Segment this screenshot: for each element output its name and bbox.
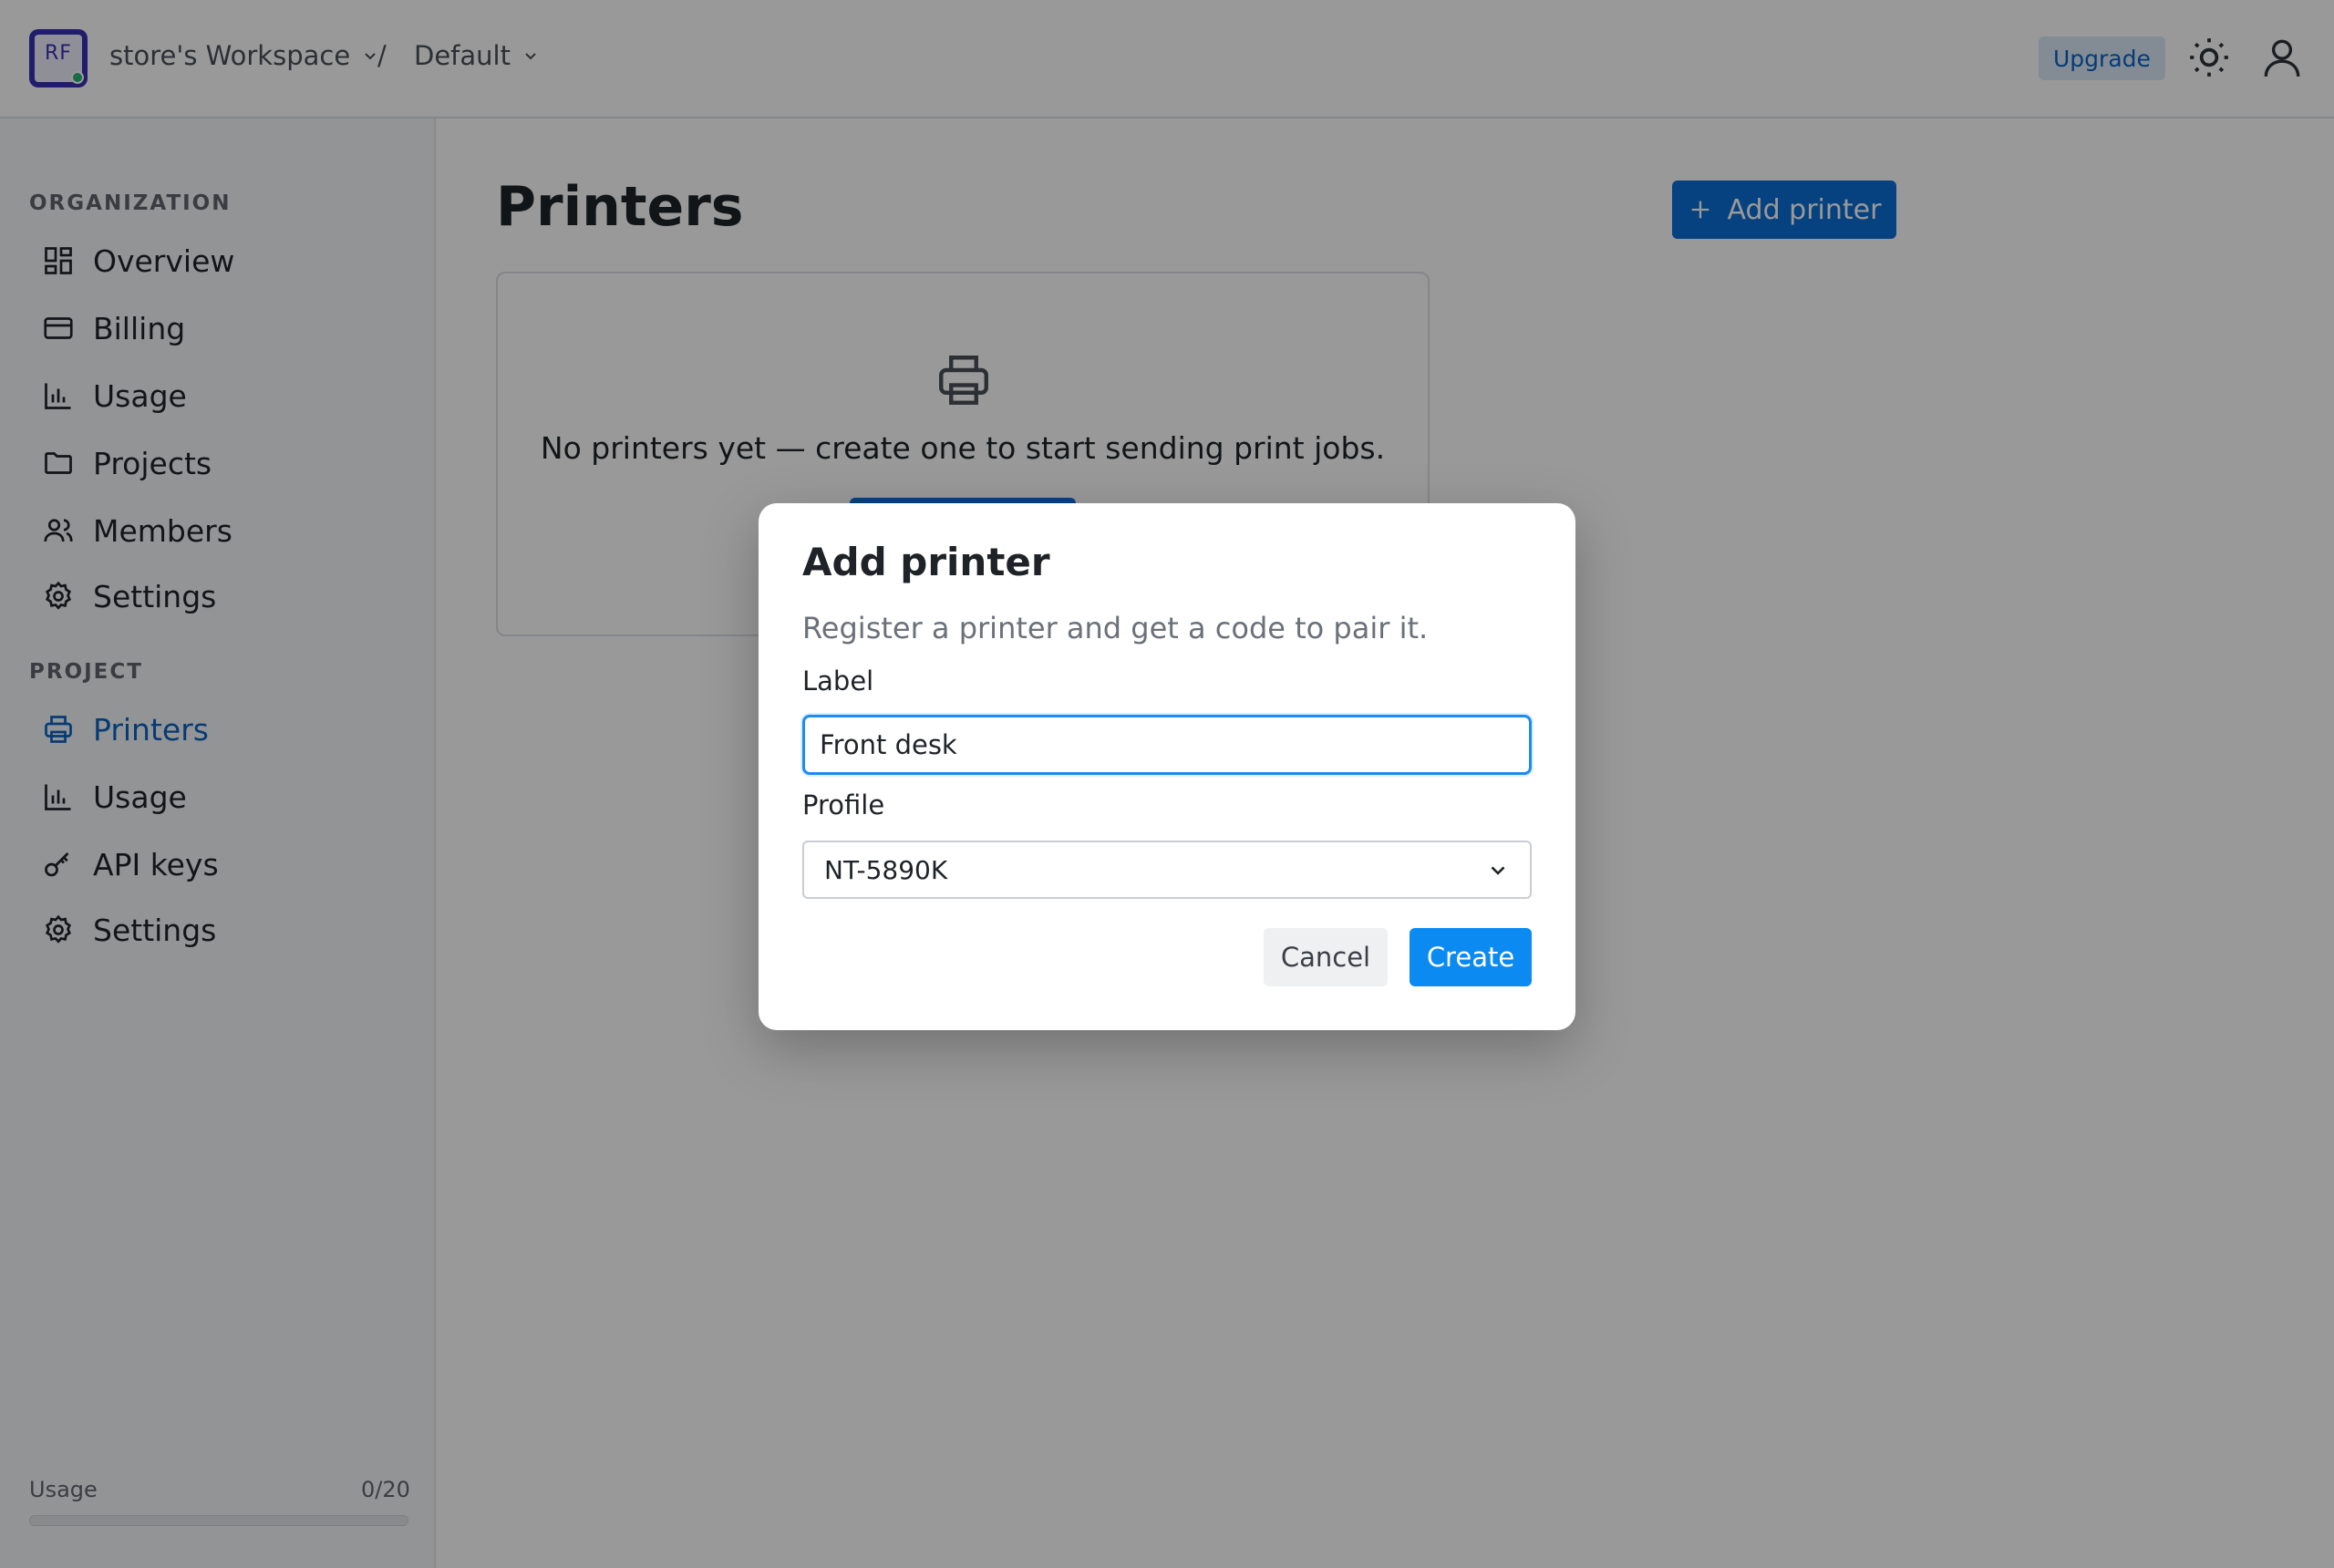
profile-selected-value: NT-5890K (824, 854, 948, 885)
add-printer-dialog: Add printer Register a printer and get a… (759, 503, 1575, 1030)
cancel-button[interactable]: Cancel (1264, 928, 1388, 986)
profile-select[interactable]: NT-5890K (802, 841, 1532, 899)
dialog-title: Add printer (802, 540, 1050, 584)
label-field-label: Label (802, 665, 874, 696)
label-input[interactable] (802, 715, 1532, 775)
dialog-description: Register a printer and get a code to pai… (802, 611, 1429, 645)
app-root: RF store's Workspace / Default Upgrade O… (0, 0, 2334, 1568)
profile-field-label: Profile (802, 789, 885, 820)
create-button[interactable]: Create (1410, 928, 1532, 986)
chevron-down-icon (1491, 866, 1505, 875)
